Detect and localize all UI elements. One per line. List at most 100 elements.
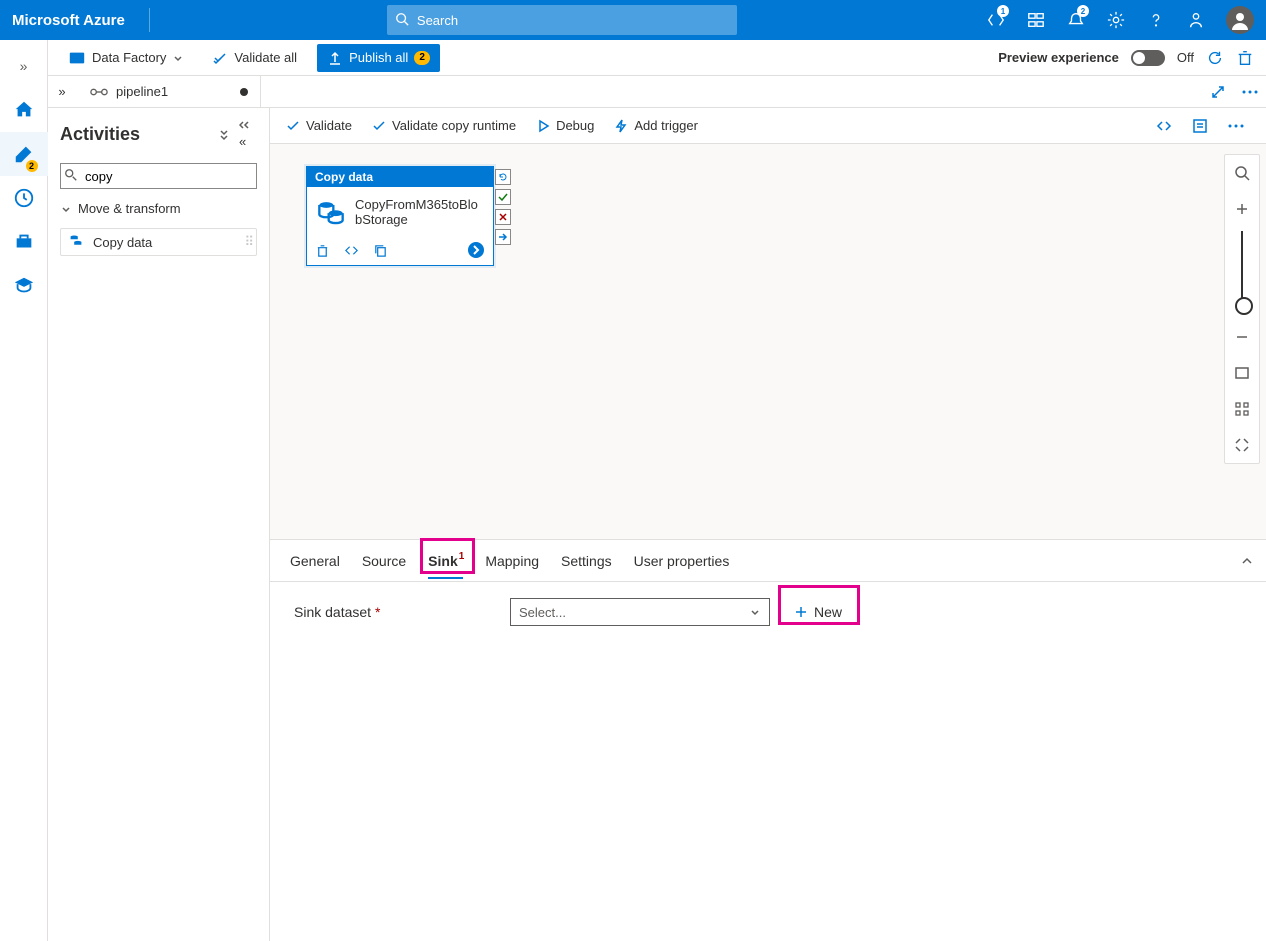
zoom-search-button[interactable] <box>1224 155 1260 191</box>
cloudshell-badge: 1 <box>997 5 1009 17</box>
activities-expand-button[interactable] <box>213 124 235 146</box>
layout-button[interactable] <box>1224 391 1260 427</box>
notif-badge: 2 <box>1077 5 1089 17</box>
properties-button[interactable] <box>1186 112 1214 140</box>
search-icon <box>64 168 78 182</box>
activity-item-copydata[interactable]: Copy data ⠿ <box>60 228 257 256</box>
search-icon <box>395 12 409 26</box>
help-button[interactable] <box>1138 0 1174 40</box>
pipeline-tab[interactable]: pipeline1 <box>76 76 261 107</box>
zoom-slider[interactable] <box>1241 231 1243 311</box>
pipeline-tab-label: pipeline1 <box>116 84 168 99</box>
left-rail: » 2 <box>0 40 48 941</box>
fullscreen-button[interactable] <box>1224 427 1260 463</box>
publish-all-label: Publish all <box>349 50 408 65</box>
rail-home-button[interactable] <box>0 88 48 132</box>
validate-all-button[interactable]: Validate all <box>204 46 305 70</box>
expand-canvas-button[interactable] <box>1202 76 1234 108</box>
failure-port-icon[interactable] <box>495 209 511 225</box>
rail-author-badge: 2 <box>26 160 38 172</box>
connector-handle[interactable] <box>467 241 485 259</box>
notifications-button[interactable]: 2 <box>1058 0 1094 40</box>
properties-tabs: General Source Sink1 Mapping Settings Us… <box>270 540 1266 582</box>
validate-copy-label: Validate copy runtime <box>392 118 516 133</box>
sink-dataset-label: Sink dataset * <box>294 604 494 620</box>
sink-dataset-row: Sink dataset * Select... New <box>270 582 1266 642</box>
new-dataset-button[interactable]: New <box>786 600 850 624</box>
canvas-zoom-tools <box>1224 154 1260 464</box>
clone-icon[interactable] <box>373 243 388 258</box>
activity-category[interactable]: Move & transform <box>60 201 257 216</box>
select-placeholder: Select... <box>519 605 566 620</box>
canvas-more-button[interactable] <box>1222 112 1250 140</box>
activities-collapse-button[interactable]: « <box>235 116 257 153</box>
search-input[interactable] <box>387 5 737 35</box>
code-view-button[interactable] <box>1150 112 1178 140</box>
tab-general[interactable]: General <box>290 543 340 579</box>
unsaved-dot-icon <box>240 88 248 96</box>
user-avatar[interactable] <box>1226 6 1254 34</box>
preview-toggle[interactable] <box>1131 50 1165 66</box>
rail-learn-button[interactable] <box>0 264 48 308</box>
validate-label: Validate <box>306 118 352 133</box>
editor-tabs: » pipeline1 <box>48 76 1266 108</box>
zoom-out-button[interactable] <box>1224 319 1260 355</box>
add-trigger-button[interactable]: Add trigger <box>614 118 698 133</box>
copy-data-icon <box>317 198 345 226</box>
publish-all-button[interactable]: Publish all 2 <box>317 44 440 72</box>
header-divider <box>149 8 150 32</box>
sink-dataset-select[interactable]: Select... <box>510 598 770 626</box>
brand-label: Microsoft Azure <box>12 12 125 29</box>
activities-title: Activities <box>60 124 213 145</box>
success-port-icon[interactable] <box>495 189 511 205</box>
canvas-surface[interactable]: Copy data CopyFromM365toBlobStorage <box>270 144 1266 539</box>
activity-category-label: Move & transform <box>78 201 181 216</box>
new-label: New <box>814 604 842 620</box>
header-actions: 1 2 <box>978 0 1254 40</box>
tab-source[interactable]: Source <box>362 543 406 579</box>
sink-error-badge: 1 <box>459 551 465 562</box>
service-selector[interactable]: Data Factory <box>60 45 192 71</box>
service-label: Data Factory <box>92 50 166 65</box>
activities-search-input[interactable] <box>60 163 257 189</box>
fit-screen-button[interactable] <box>1224 355 1260 391</box>
panel-collapse-button[interactable] <box>1240 554 1254 568</box>
activity-item-label: Copy data <box>93 235 152 250</box>
validate-button[interactable]: Validate <box>286 118 352 133</box>
refresh-button[interactable] <box>1206 49 1224 67</box>
undo-icon[interactable] <box>495 169 511 185</box>
rail-author-button[interactable]: 2 <box>0 132 48 176</box>
cloud-shell-button[interactable]: 1 <box>978 0 1014 40</box>
tab-sink[interactable]: Sink1 <box>428 543 463 579</box>
resource-tree-toggle[interactable]: » <box>48 84 76 99</box>
discard-button[interactable] <box>1236 49 1254 67</box>
completion-port-icon[interactable] <box>495 229 511 245</box>
properties-panel: General Source Sink1 Mapping Settings Us… <box>270 539 1266 941</box>
activities-panel: Activities « Move & transform Copy data … <box>48 108 270 941</box>
rail-manage-button[interactable] <box>0 220 48 264</box>
copy-data-activity[interactable]: Copy data CopyFromM365toBlobStorage <box>306 166 494 266</box>
settings-button[interactable] <box>1098 0 1134 40</box>
code-icon[interactable] <box>344 243 359 258</box>
activity-header: Copy data <box>307 167 493 187</box>
azure-header: Microsoft Azure 1 2 <box>0 0 1266 40</box>
grip-icon: ⠿ <box>244 234 252 250</box>
tab-user-properties[interactable]: User properties <box>634 543 730 579</box>
rail-monitor-button[interactable] <box>0 176 48 220</box>
debug-label: Debug <box>556 118 594 133</box>
more-menu-button[interactable] <box>1234 76 1266 108</box>
feedback-button[interactable] <box>1178 0 1214 40</box>
global-search <box>387 5 737 35</box>
zoom-in-button[interactable] <box>1224 191 1260 227</box>
delete-icon[interactable] <box>315 243 330 258</box>
preview-label: Preview experience <box>998 50 1119 65</box>
service-toolbar: Data Factory Validate all Publish all 2 … <box>48 40 1266 76</box>
tab-mapping[interactable]: Mapping <box>485 543 539 579</box>
debug-button[interactable]: Debug <box>536 118 594 133</box>
tab-settings[interactable]: Settings <box>561 543 612 579</box>
directories-button[interactable] <box>1018 0 1054 40</box>
publish-badge: 2 <box>414 51 430 65</box>
canvas-area: Validate Validate copy runtime Debug Add… <box>270 108 1266 941</box>
validate-copy-button[interactable]: Validate copy runtime <box>372 118 516 133</box>
rail-collapse-button[interactable]: » <box>0 44 48 88</box>
